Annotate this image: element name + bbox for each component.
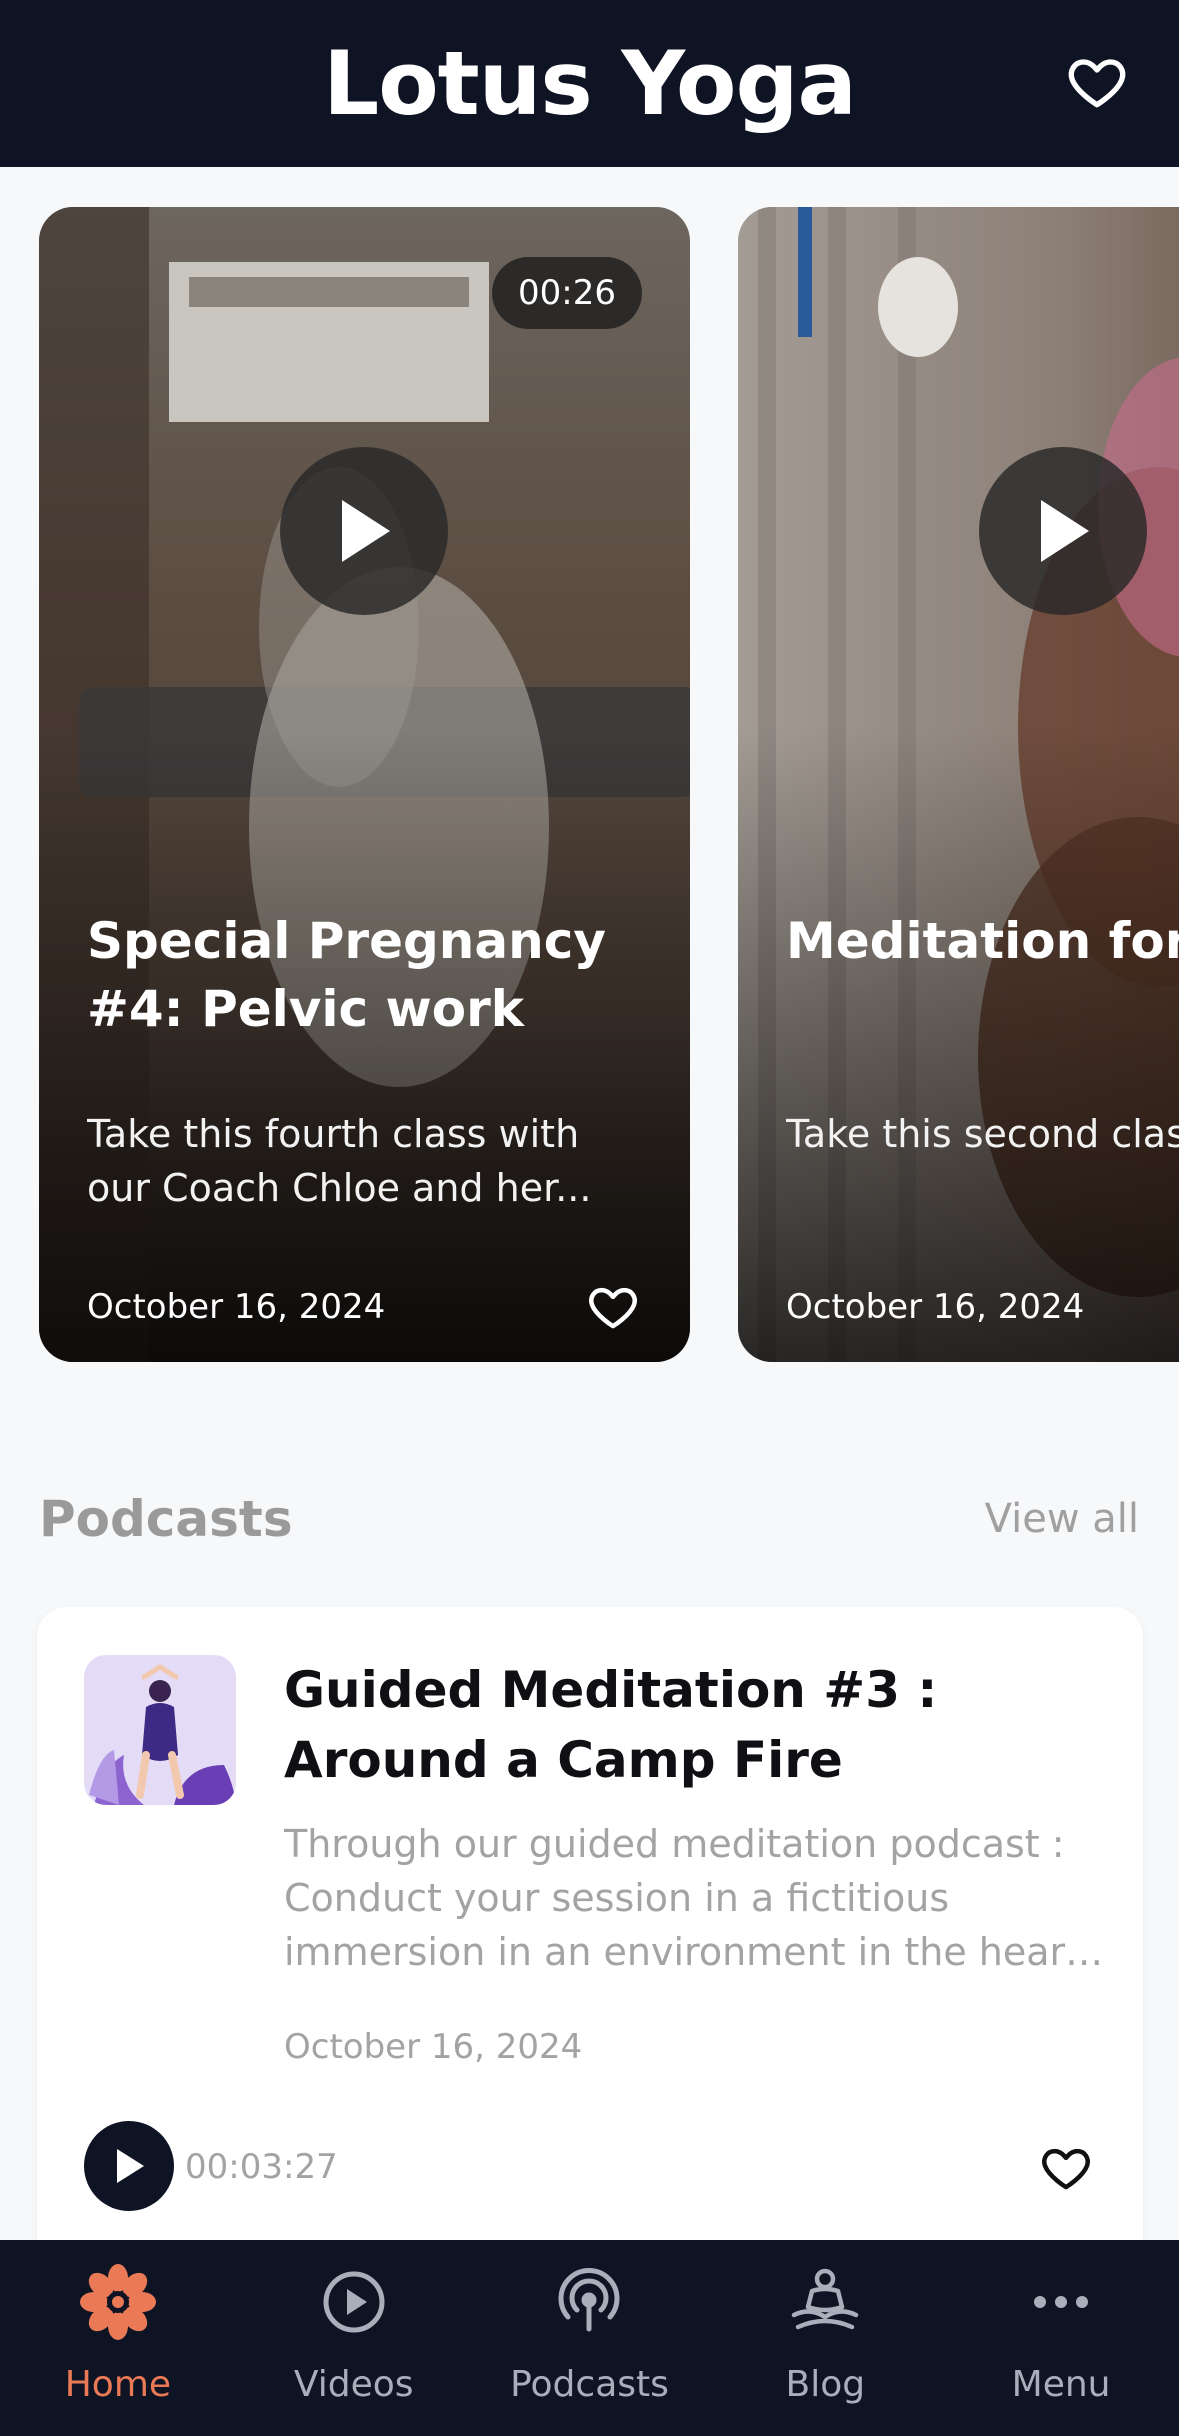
play-button[interactable] (280, 447, 448, 615)
lotus-flower-icon (79, 2264, 156, 2340)
app-title: Lotus Yoga (323, 32, 857, 135)
play-icon (117, 2149, 144, 2183)
nav-label: Menu (1011, 2364, 1111, 2405)
play-circle-icon (323, 2271, 385, 2333)
video-card[interactable]: 00:26 Special Pregnancy #4: Pelvic work … (39, 207, 690, 1362)
meditation-figure-icon (792, 2268, 859, 2330)
video-description: Take this second class together with our… (786, 1112, 1179, 1156)
video-thumbnail (738, 207, 1179, 1362)
nav-label: Podcasts (510, 2364, 669, 2405)
broadcast-icon (559, 2267, 620, 2332)
podcast-title: Guided Meditation #3 : Around a Camp Fir… (284, 1661, 938, 1789)
nav-label: Blog (785, 2364, 866, 2405)
video-date: October 16, 2024 (786, 1287, 1085, 1327)
heart-outline-icon[interactable] (1039, 2141, 1093, 2195)
play-icon (342, 500, 390, 562)
video-carousel[interactable]: 00:26 Special Pregnancy #4: Pelvic work … (0, 167, 1179, 1407)
podcasts-section-title: Podcasts (39, 1490, 293, 1548)
nav-item-videos[interactable]: Videos (236, 2240, 472, 2436)
podcast-thumbnail (84, 1655, 236, 1805)
video-duration-badge: 00:26 (492, 257, 642, 329)
nav-item-blog[interactable]: Blog (707, 2240, 943, 2436)
podcast-description: Through our guided meditation podcast : … (284, 1822, 1081, 1974)
nav-label: Videos (293, 2364, 414, 2405)
nav-item-podcasts[interactable]: Podcasts (472, 2240, 708, 2436)
video-title: Special Pregnancy #4: Pelvic work (87, 912, 606, 1038)
podcast-play-button[interactable] (84, 2121, 174, 2211)
heart-outline-icon[interactable] (1065, 50, 1129, 114)
more-dots-icon (1034, 2296, 1089, 2308)
video-date: October 16, 2024 (87, 1287, 386, 1327)
top-bar: Lotus Yoga (0, 0, 1179, 167)
video-title: Meditation for Two Class #2 (786, 912, 1179, 970)
video-description: Take this fourth class with our Coach Ch… (87, 1112, 592, 1210)
podcast-date: October 16, 2024 (284, 2027, 583, 2067)
nav-item-home[interactable]: Home (0, 2240, 236, 2436)
nav-item-menu[interactable]: Menu (943, 2240, 1179, 2436)
bottom-navigation: Home Videos Podcasts Blog Menu (0, 2240, 1179, 2436)
play-icon (1041, 500, 1089, 562)
nav-label: Home (64, 2364, 172, 2405)
podcast-duration: 00:03:27 (185, 2147, 338, 2187)
view-all-link[interactable]: View all (985, 1496, 1139, 1542)
play-button[interactable] (979, 447, 1147, 615)
heart-outline-icon[interactable] (586, 1280, 640, 1334)
app-screen: Lotus Yoga 00:26 Special Pregnancy #4: P… (0, 0, 1179, 2436)
video-card[interactable]: Meditation for Two Class #2 Take this se… (738, 207, 1179, 1362)
